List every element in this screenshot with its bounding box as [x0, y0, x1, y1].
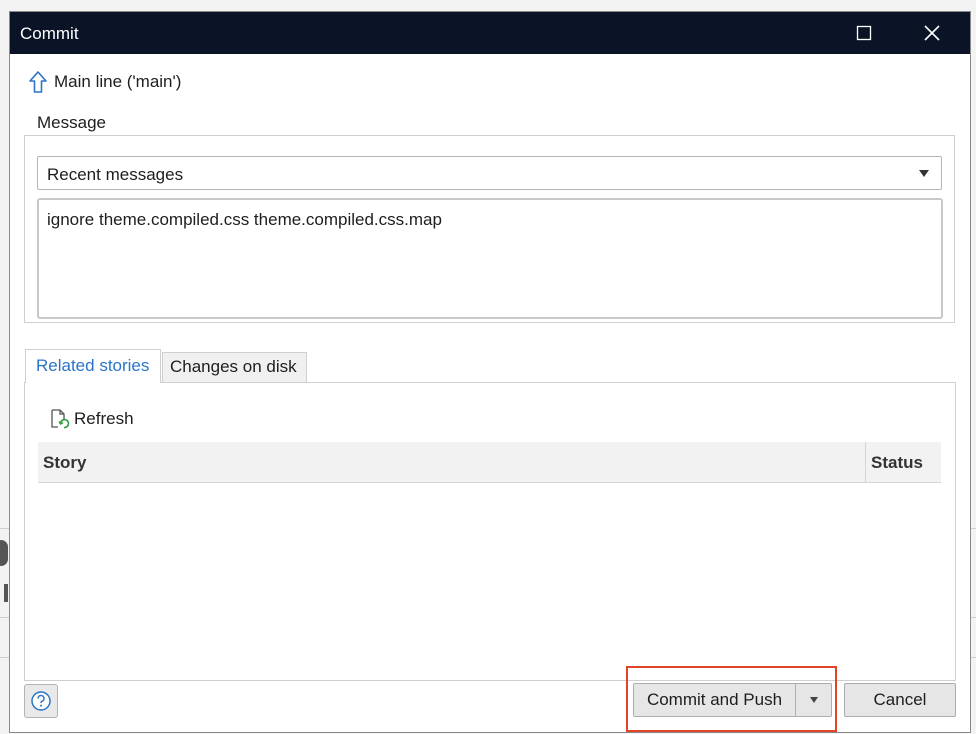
background-handle — [0, 540, 8, 566]
commit-message-text: ignore theme.compiled.css theme.compiled… — [47, 210, 442, 229]
arrow-up-icon — [29, 71, 47, 93]
refresh-icon — [51, 409, 70, 429]
related-stories-panel — [24, 382, 956, 681]
column-header-status[interactable]: Status — [871, 453, 923, 473]
window-title: Commit — [20, 24, 79, 43]
branch-indicator: Main line ('main') — [28, 70, 181, 94]
cancel-button[interactable]: Cancel — [844, 683, 956, 717]
commit-and-push-split-button: Commit and Push — [633, 683, 832, 717]
commit-message-textarea[interactable]: ignore theme.compiled.css theme.compiled… — [37, 198, 943, 319]
commit-dialog: Commit Main line ('main') Message Recent… — [10, 12, 970, 732]
help-icon — [31, 691, 51, 711]
message-legend: Message — [32, 113, 111, 133]
help-button[interactable] — [24, 684, 58, 718]
close-button[interactable] — [909, 12, 955, 54]
tab-related-stories[interactable]: Related stories — [25, 349, 161, 383]
recent-messages-dropdown[interactable]: Recent messages — [37, 156, 942, 190]
commit-and-push-button[interactable]: Commit and Push — [634, 684, 796, 716]
branch-label: Main line ('main') — [54, 72, 182, 91]
column-header-story[interactable]: Story — [43, 453, 86, 473]
close-icon — [924, 25, 940, 41]
background-handle — [4, 584, 8, 602]
recent-messages-label: Recent messages — [47, 165, 184, 184]
column-divider[interactable] — [865, 442, 866, 482]
refresh-button[interactable]: Refresh — [48, 408, 134, 430]
maximize-icon — [856, 25, 872, 41]
chevron-down-icon — [919, 170, 929, 177]
refresh-label: Refresh — [74, 409, 134, 428]
maximize-button[interactable] — [841, 12, 887, 54]
commit-options-dropdown[interactable] — [796, 684, 831, 716]
chevron-down-icon — [809, 697, 818, 703]
stories-table-header: Story Status — [38, 442, 941, 483]
tab-changes-on-disk[interactable]: Changes on disk — [162, 352, 307, 382]
title-bar: Commit — [10, 12, 970, 54]
